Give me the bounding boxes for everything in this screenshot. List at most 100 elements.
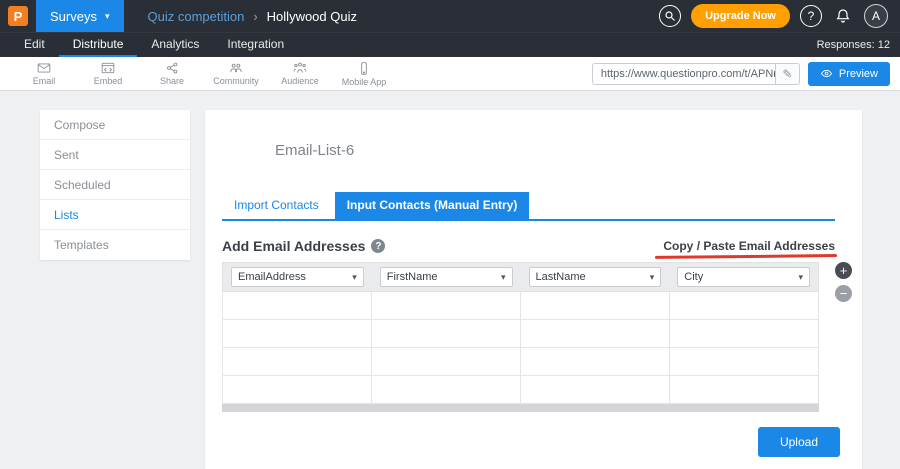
toolbar-item-community[interactable]: Community (204, 57, 268, 91)
pencil-icon: ✎ (782, 67, 792, 81)
sidebar-item-sent[interactable]: Sent (40, 140, 190, 170)
search-button[interactable] (659, 5, 681, 27)
sidebar-item-templates[interactable]: Templates (40, 230, 190, 260)
horizontal-scrollbar[interactable] (222, 404, 819, 412)
search-icon (664, 10, 676, 22)
table-cell[interactable] (372, 376, 521, 403)
column-select-emailaddress[interactable]: EmailAddress ▾ (231, 267, 364, 287)
tab-import-contacts[interactable]: Import Contacts (222, 192, 331, 219)
notifications-button[interactable] (832, 5, 854, 27)
toolbar-item-label: Audience (281, 76, 319, 86)
upload-button[interactable]: Upload (758, 427, 840, 457)
tab-analytics[interactable]: Analytics (137, 33, 213, 57)
chevron-down-icon: ▾ (501, 272, 506, 283)
upgrade-now-button[interactable]: Upgrade Now (691, 4, 790, 28)
table-cell[interactable] (223, 292, 372, 319)
table-row (222, 348, 819, 376)
column-select-label: City (684, 271, 703, 283)
table-row (222, 320, 819, 348)
column-select-label: EmailAddress (238, 271, 306, 283)
toolbar-item-embed[interactable]: Embed (76, 57, 140, 91)
responses-count[interactable]: Responses: 12 (817, 33, 890, 57)
toolbar-item-mobile-app[interactable]: Mobile App (332, 57, 396, 91)
top-bar: P Surveys ▾ Quiz competition › Hollywood… (0, 0, 900, 32)
tab-integration[interactable]: Integration (213, 33, 298, 57)
column-select-firstname[interactable]: FirstName ▾ (380, 267, 513, 287)
chevron-down-icon: ▾ (352, 272, 357, 283)
chevron-down-icon: ▾ (650, 272, 655, 283)
table-cell[interactable] (521, 348, 670, 375)
copy-paste-email-link[interactable]: Copy / Paste Email Addresses (663, 239, 835, 253)
distribute-toolbar: Email Embed Share Community Audience Mob… (0, 57, 900, 91)
breadcrumb-current: Hollywood Quiz (267, 9, 357, 24)
surveys-product-menu[interactable]: Surveys ▾ (36, 0, 124, 32)
remove-row-button[interactable]: − (835, 285, 852, 302)
table-row (222, 292, 819, 320)
table-cell[interactable] (223, 376, 372, 403)
copy-paste-email-label: Copy / Paste Email Addresses (663, 239, 835, 253)
toolbar-item-audience[interactable]: Audience (268, 57, 332, 91)
table-row (222, 376, 819, 404)
toolbar-item-label: Community (213, 76, 259, 86)
survey-nav: Edit Distribute Analytics Integration Re… (0, 32, 900, 57)
toolbar-item-label: Embed (94, 76, 123, 86)
table-cell[interactable] (223, 320, 372, 347)
content-area: Compose Sent Scheduled Lists Templates E… (0, 91, 900, 469)
questionpro-logo: P (8, 6, 28, 26)
minus-icon: − (840, 287, 848, 300)
header-cell: EmailAddress ▾ (223, 267, 372, 287)
table-cell[interactable] (670, 320, 819, 347)
survey-url-value[interactable]: https://www.questionpro.com/t/APNrfZ (593, 68, 775, 80)
table-cell[interactable] (372, 320, 521, 347)
add-row-button[interactable]: + (835, 262, 852, 279)
tab-distribute[interactable]: Distribute (59, 33, 138, 57)
column-select-label: LastName (536, 271, 586, 283)
chevron-down-icon: ▾ (798, 272, 803, 283)
edit-url-button[interactable]: ✎ (775, 63, 799, 85)
table-cell[interactable] (521, 292, 670, 319)
page-title: Email-List-6 (275, 142, 354, 159)
email-list-panel: Email-List-6 Import Contacts Input Conta… (205, 110, 862, 469)
embed-icon (100, 61, 116, 75)
avatar[interactable]: A (864, 4, 888, 28)
toolbar-item-label: Mobile App (342, 77, 387, 87)
help-icon[interactable]: ? (371, 239, 385, 253)
surveys-label: Surveys (50, 9, 97, 24)
table-cell[interactable] (372, 348, 521, 375)
table-cell[interactable] (521, 376, 670, 403)
toolbar-item-email[interactable]: Email (12, 57, 76, 91)
table-cell[interactable] (521, 320, 670, 347)
table-cell[interactable] (670, 292, 819, 319)
column-select-lastname[interactable]: LastName ▾ (529, 267, 662, 287)
table-body (222, 292, 819, 404)
question-icon: ? (808, 9, 815, 23)
email-icon (36, 61, 52, 75)
breadcrumb-parent[interactable]: Quiz competition (148, 9, 245, 24)
audience-icon (292, 61, 308, 75)
survey-url-group: https://www.questionpro.com/t/APNrfZ ✎ P… (592, 62, 890, 86)
table-cell[interactable] (372, 292, 521, 319)
contacts-tabs: Import Contacts Input Contacts (Manual E… (222, 192, 835, 221)
preview-button[interactable]: Preview (808, 62, 890, 86)
breadcrumb: Quiz competition › Hollywood Quiz (148, 9, 358, 24)
survey-url-box: https://www.questionpro.com/t/APNrfZ ✎ (592, 63, 800, 85)
tab-edit[interactable]: Edit (10, 33, 59, 57)
sidebar-item-lists[interactable]: Lists (40, 200, 190, 230)
topbar-actions: Upgrade Now ? A (659, 4, 888, 28)
header-cell: City ▾ (669, 267, 818, 287)
toolbar-item-label: Email (33, 76, 56, 86)
column-select-city[interactable]: City ▾ (677, 267, 810, 287)
help-button[interactable]: ? (800, 5, 822, 27)
toolbar-item-share[interactable]: Share (140, 57, 204, 91)
breadcrumb-separator: › (253, 9, 257, 24)
eye-icon (820, 68, 833, 79)
contacts-table: EmailAddress ▾ FirstName ▾ LastName (222, 262, 819, 412)
tab-input-contacts-manual-entry[interactable]: Input Contacts (Manual Entry) (335, 192, 530, 219)
table-cell[interactable] (670, 376, 819, 403)
table-cell[interactable] (670, 348, 819, 375)
table-cell[interactable] (223, 348, 372, 375)
email-sidebar: Compose Sent Scheduled Lists Templates (40, 110, 190, 260)
sidebar-item-compose[interactable]: Compose (40, 110, 190, 140)
column-select-label: FirstName (387, 271, 438, 283)
sidebar-item-scheduled[interactable]: Scheduled (40, 170, 190, 200)
